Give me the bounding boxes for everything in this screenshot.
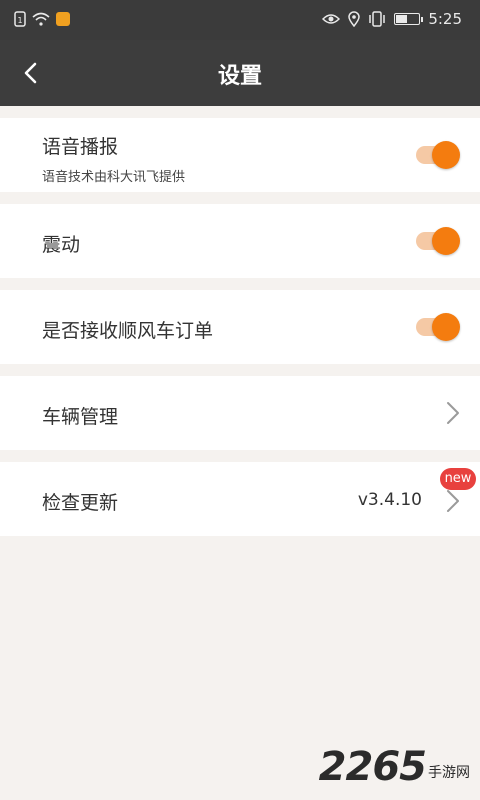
vehicle-management-label: 车辆管理 [42,406,119,428]
version-text: v3.4.10 [357,490,422,510]
app-notification-icon [56,12,70,26]
setting-vibrate: 震动 [0,204,480,278]
status-bar: 1 5:25 [0,0,480,40]
page-title: 设置 [217,64,262,89]
carpool-orders-label: 是否接收顺风车订单 [42,320,214,342]
status-time: 5:25 [428,10,462,28]
chevron-right-icon [447,490,459,512]
chevron-right-icon [447,402,459,424]
carpool-orders-toggle[interactable] [416,313,460,341]
vibrate-icon [369,11,386,27]
eye-icon [322,14,341,24]
setting-vehicle-management[interactable]: 车辆管理 [0,376,480,450]
wifi-icon [32,12,50,26]
watermark-text: 手游网 [428,765,470,781]
battery-icon [394,13,424,25]
app-bar: 设置 [0,40,480,106]
setting-voice-broadcast: 语音播报 语音技术由科大讯飞提供 [0,118,480,192]
vibrate-label: 震动 [42,234,81,256]
watermark: 2265 手游网 [319,744,470,790]
check-update-label: 检查更新 [42,492,119,514]
vibrate-toggle[interactable] [416,227,460,255]
setting-check-update[interactable]: 检查更新 v3.4.10 new [0,462,480,536]
toggle-thumb [432,313,460,341]
toggle-thumb [432,141,460,169]
toggle-thumb [432,227,460,255]
new-badge: new [440,468,476,490]
svg-text:1: 1 [17,16,22,25]
voice-broadcast-label: 语音播报 [42,136,119,158]
location-icon [348,11,361,27]
voice-broadcast-subtitle: 语音技术由科大讯飞提供 [42,170,186,185]
status-right-icons: 5:25 [322,10,462,28]
status-left-icons: 1 [14,11,70,27]
voice-broadcast-toggle[interactable] [416,141,460,169]
watermark-number: 2265 [318,744,427,790]
setting-carpool-orders: 是否接收顺风车订单 [0,290,480,364]
sim-icon: 1 [14,11,26,27]
